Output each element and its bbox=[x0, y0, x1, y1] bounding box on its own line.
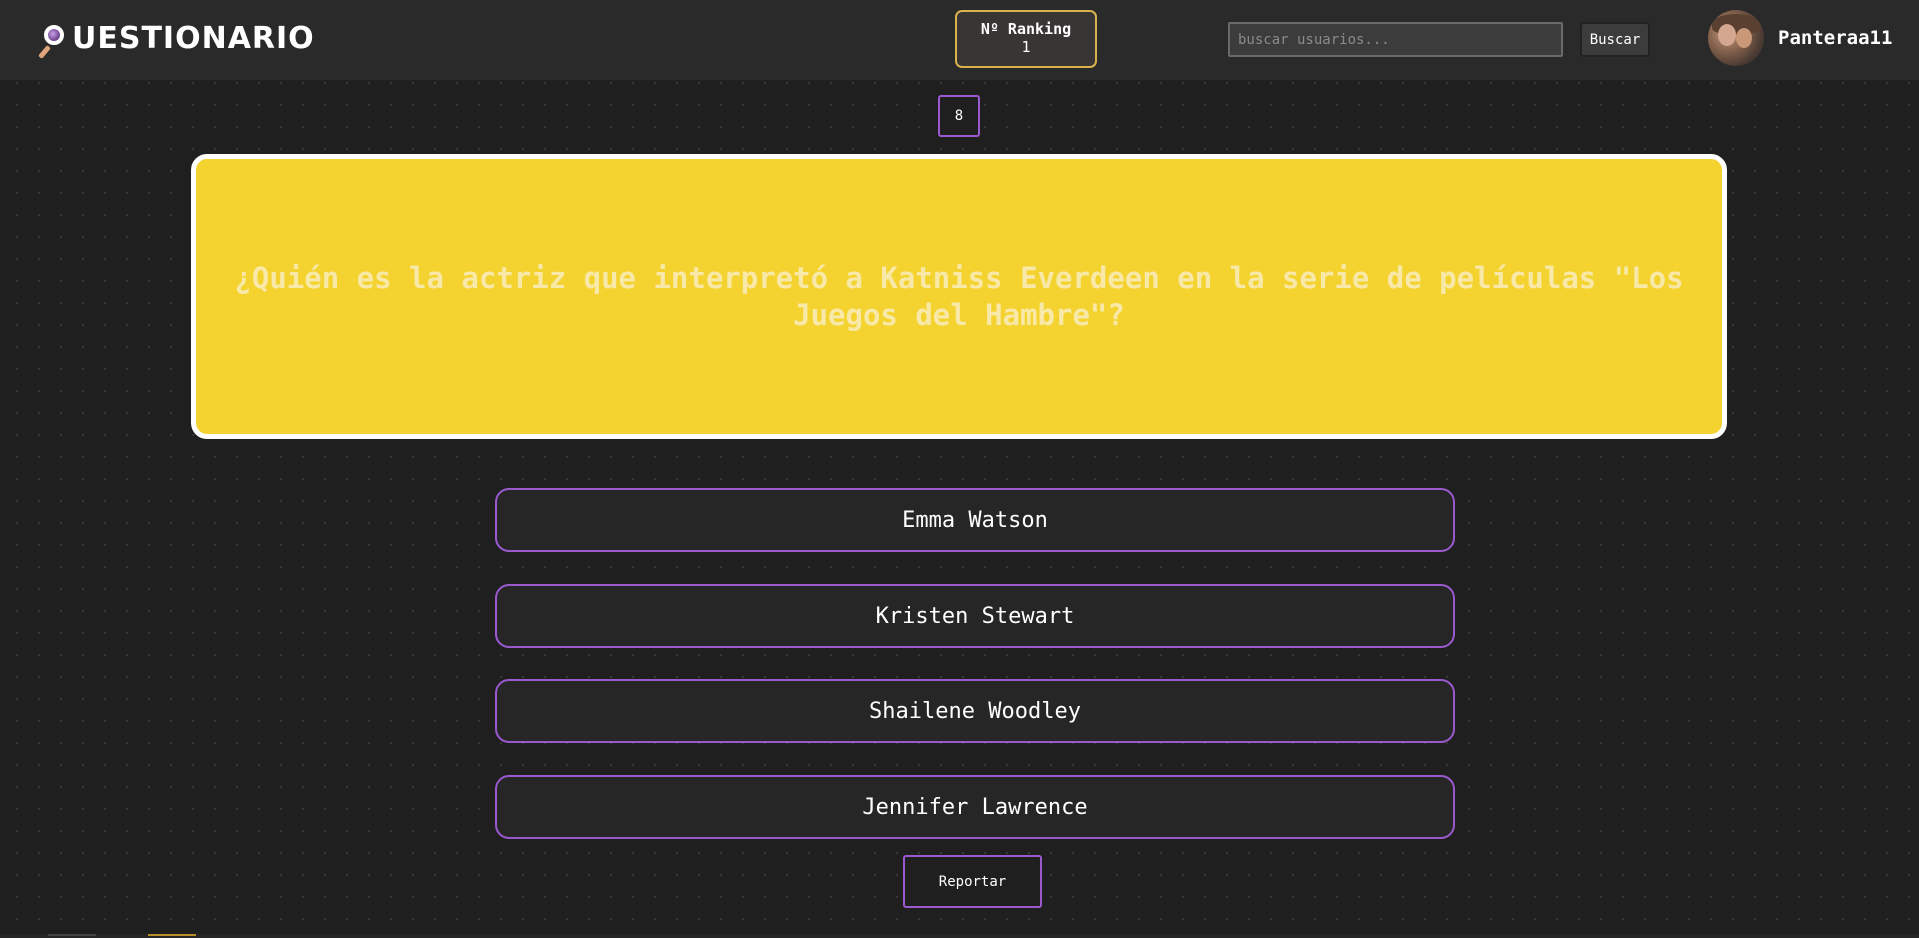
logo-text: UESTIONARIO bbox=[72, 21, 315, 56]
question-card: ¿Quién es la actriz que interpretó a Kat… bbox=[191, 154, 1727, 439]
answer-option-2[interactable]: Kristen Stewart bbox=[495, 584, 1455, 648]
search-button[interactable]: Buscar bbox=[1580, 22, 1650, 57]
report-button[interactable]: Reportar bbox=[903, 855, 1042, 908]
ranking-value: 1 bbox=[1021, 38, 1031, 56]
username[interactable]: Panteraa11 bbox=[1778, 27, 1892, 49]
answer-option-4[interactable]: Jennifer Lawrence bbox=[495, 775, 1455, 839]
top-navigation-bar: UESTIONARIO Nº Ranking 1 Buscar Panteraa… bbox=[0, 0, 1919, 80]
question-counter: 8 bbox=[938, 95, 980, 137]
answer-option-3[interactable]: Shailene Woodley bbox=[495, 679, 1455, 743]
footer-mark-left bbox=[48, 934, 96, 936]
ranking-label: Nº Ranking bbox=[980, 20, 1072, 38]
answer-option-1[interactable]: Emma Watson bbox=[495, 488, 1455, 552]
search-users-input[interactable] bbox=[1228, 22, 1563, 57]
footer-mark-accent bbox=[148, 934, 196, 936]
magnifying-glass-icon bbox=[38, 21, 70, 59]
ranking-badge: Nº Ranking 1 bbox=[955, 10, 1097, 68]
user-avatar[interactable] bbox=[1708, 10, 1764, 66]
question-text: ¿Quién es la actriz que interpretó a Kat… bbox=[234, 260, 1684, 332]
app-logo[interactable]: UESTIONARIO bbox=[38, 16, 315, 62]
footer-divider bbox=[0, 934, 1919, 938]
